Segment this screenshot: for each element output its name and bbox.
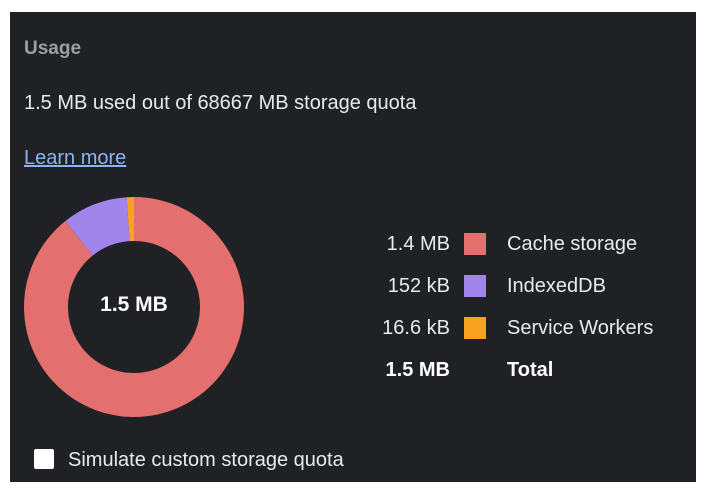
simulate-quota-checkbox[interactable]: [34, 449, 54, 469]
donut-total-label: 1.5 MB: [100, 293, 168, 316]
legend-total-value: 1.5 MB: [385, 359, 450, 381]
legend-name: Service Workers: [507, 317, 654, 339]
legend-swatch-indexeddb: [464, 275, 486, 297]
usage-panel: Usage 1.5 MB used out of 68667 MB storag…: [10, 12, 696, 482]
legend-value: 16.6 kB: [382, 317, 450, 339]
simulate-quota-label[interactable]: Simulate custom storage quota: [68, 446, 344, 474]
legend-name: Cache storage: [507, 233, 638, 255]
legend-value: 152 kB: [387, 275, 450, 297]
legend-value: 1.4 MB: [386, 233, 450, 255]
legend-total-label: Total: [507, 359, 554, 381]
legend-swatch-service-workers: [464, 317, 486, 339]
usage-donut-chart: 1.5 MB: [24, 197, 244, 417]
usage-summary: 1.5 MB used out of 68667 MB storage quot…: [24, 92, 417, 114]
section-title: Usage: [24, 38, 82, 59]
learn-more-link[interactable]: Learn more: [24, 147, 126, 170]
legend-swatch-cache-storage: [464, 233, 486, 255]
legend-name: IndexedDB: [507, 275, 606, 297]
